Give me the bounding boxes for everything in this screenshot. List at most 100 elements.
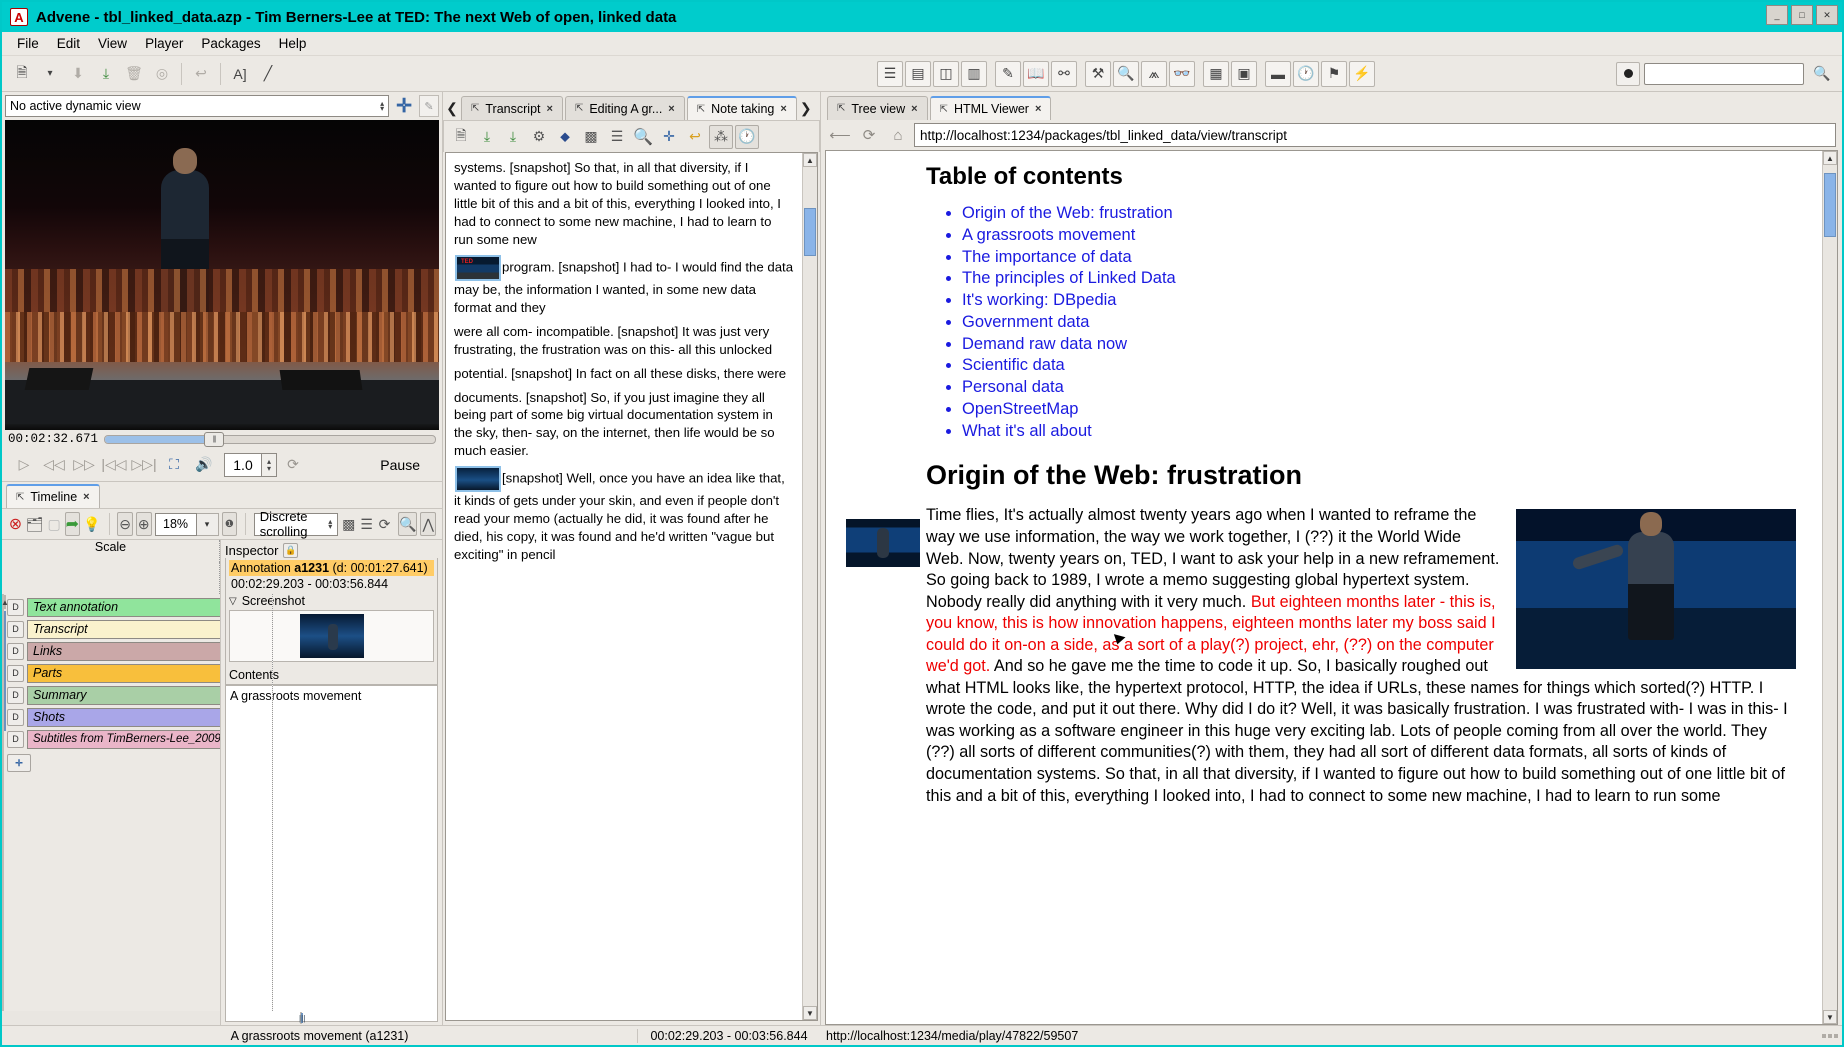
bulb-icon[interactable]: 💡 (83, 512, 100, 536)
toc-link-personal[interactable]: Personal data (962, 377, 1796, 399)
toc-link-importance[interactable]: The importance of data (962, 247, 1796, 269)
url-input[interactable]: http://localhost:1234/packages/tbl_linke… (914, 123, 1836, 147)
rewind-icon[interactable]: ◁◁ (40, 452, 68, 478)
toc-link-origin[interactable]: Origin of the Web: frustration (962, 203, 1796, 225)
stop-icon[interactable]: ▢ (47, 512, 62, 536)
scroll-up-icon[interactable]: ▲ (1, 595, 9, 609)
video-player[interactable] (5, 120, 439, 430)
detach-icon[interactable]: ⇱ (940, 104, 948, 115)
maximize-button[interactable]: □ (1791, 5, 1813, 25)
back-icon[interactable]: ⟵ (827, 123, 853, 147)
adjust-icon[interactable]: ▩ (341, 512, 356, 536)
detach-icon[interactable]: ⇱ (837, 103, 845, 114)
columns-view-icon[interactable]: ◫ (933, 60, 959, 87)
scroll-mode-select[interactable]: Discrete scrolling ▴ ▾ (253, 509, 339, 539)
track-detail-button[interactable]: D (7, 598, 24, 616)
track-name-subtitles[interactable]: Subtitles from TimBerners-Lee_2009.1.srt (27, 729, 248, 749)
minimize-button[interactable]: _ (1766, 5, 1788, 25)
search-icon[interactable]: 🔍 (1809, 61, 1835, 87)
timeline-vertical-scrollbar[interactable]: ▲ (1, 594, 9, 1011)
green-arrow-icon[interactable]: ➦ (64, 512, 81, 536)
open-file-icon[interactable]: 🗎 (449, 125, 473, 149)
align-icon[interactable]: ☰ (605, 125, 629, 149)
menu-view[interactable]: View (89, 34, 136, 53)
tab-html-viewer[interactable]: ⇱ HTML Viewer × (929, 96, 1052, 120)
tab-editing-a-gr[interactable]: ⇱ Editing A gr... × (564, 96, 685, 120)
cancel-icon[interactable]: ⊗ (8, 512, 23, 536)
detach-icon[interactable]: ⇱ (697, 104, 705, 115)
bookmark-icon[interactable]: ⚑ (1321, 60, 1347, 87)
close-icon[interactable]: × (83, 491, 89, 503)
track-detail-button[interactable]: D (7, 620, 24, 638)
search-icon[interactable]: 🔍 (631, 125, 655, 149)
toc-link-osm[interactable]: OpenStreetMap (962, 399, 1796, 421)
html-viewer-scrollbar[interactable]: ▲ ▼ (1822, 151, 1837, 1024)
scroll-down-icon[interactable]: ▼ (1823, 1010, 1837, 1024)
track-detail-button[interactable]: D (7, 686, 24, 704)
hscroll-thumb[interactable]: ||| (299, 1013, 305, 1023)
menu-packages[interactable]: Packages (192, 34, 269, 53)
relation-icon[interactable]: ⋀ (420, 512, 437, 536)
scroll-thumb[interactable] (804, 208, 816, 256)
scroll-up-icon[interactable]: ▲ (803, 153, 817, 167)
scroll-thumb[interactable] (4, 611, 6, 731)
book-icon[interactable]: 📖 (1023, 60, 1049, 87)
activity-icon[interactable]: ⚡ (1349, 60, 1375, 87)
center-icon[interactable]: ✛ (657, 125, 681, 149)
menu-edit[interactable]: Edit (48, 34, 89, 53)
menu-help[interactable]: Help (270, 34, 316, 53)
timeline-icon[interactable]: ▬ (1265, 60, 1291, 87)
snapshot-thumbnail[interactable] (455, 466, 501, 493)
note-taking-scrollbar[interactable]: ▲ ▼ (802, 153, 817, 1020)
record-dot-icon[interactable] (1616, 61, 1640, 86)
page-icon[interactable]: ❶ (221, 512, 238, 536)
prev-chapter-icon[interactable]: |◁◁ (100, 452, 128, 478)
chevron-left-icon[interactable]: ❮ (445, 96, 459, 120)
annotation-type-icon[interactable]: 🗂 (26, 512, 44, 536)
loop-icon[interactable]: ⟳ (279, 452, 307, 478)
track-detail-button[interactable]: D (7, 642, 24, 660)
chevron-right-icon[interactable]: ❯ (799, 96, 813, 120)
close-icon[interactable]: × (780, 103, 786, 115)
toc-link-dbpedia[interactable]: It's working: DBpedia (962, 290, 1796, 312)
home-icon[interactable]: ⌂ (885, 123, 911, 147)
refresh-icon[interactable]: ⟳ (377, 512, 392, 536)
scroll-thumb[interactable] (1824, 173, 1836, 237)
import-package-icon[interactable]: ⤓ (93, 61, 119, 87)
save-package-icon[interactable]: ⬇ (65, 61, 91, 87)
checker-icon[interactable]: ⩕ (1141, 60, 1167, 87)
edit-icon[interactable]: ✎ (419, 95, 439, 117)
timeline-horizontal-scrollbar[interactable]: ◀ ||| ▶ (2, 1011, 311, 1025)
tools-icon[interactable]: ⚒ (1085, 60, 1111, 87)
ink-icon[interactable]: ⬥ (553, 125, 577, 149)
pencil-icon[interactable]: ╱ (255, 61, 281, 87)
chevron-down-icon[interactable]: ▾ (37, 61, 63, 87)
toc-link-rawdata[interactable]: Demand raw data now (962, 334, 1796, 356)
hscroll-trough[interactable]: ||| (299, 1012, 305, 1024)
html-document[interactable]: Table of contents Origin of the Web: fru… (826, 151, 1822, 1024)
graph-icon[interactable]: ⚯ (1051, 60, 1077, 87)
toc-link-grassroots[interactable]: A grassroots movement (962, 225, 1796, 247)
track-detail-button[interactable]: D (7, 664, 24, 682)
settings-icon[interactable]: ⚙ (527, 125, 551, 149)
zoom-in-icon[interactable]: ⊕ (135, 512, 152, 536)
track-name-transcript[interactable]: Transcript (27, 619, 248, 639)
edit-note-icon[interactable]: ✎ (995, 60, 1021, 87)
track-name-links[interactable]: Links (27, 641, 248, 661)
fullscreen-icon[interactable]: ⛶ (160, 452, 188, 478)
detach-icon[interactable]: ⇱ (16, 492, 24, 503)
track-name-summary[interactable]: Summary (27, 685, 248, 705)
scroll-down-icon[interactable]: ▼ (803, 1006, 817, 1020)
transcribe-icon[interactable]: ▣ (1231, 60, 1257, 87)
annotate-text-icon[interactable]: A] (227, 61, 253, 87)
tab-timeline[interactable]: ⇱ Timeline × (6, 484, 100, 508)
montage-icon[interactable]: 👓 (1169, 60, 1195, 87)
close-button[interactable]: ✕ (1816, 5, 1838, 25)
detail-view-icon[interactable]: ▥ (961, 60, 987, 87)
undo-icon[interactable]: ↩ (188, 61, 214, 87)
save-file-icon[interactable]: ⤓ (475, 125, 499, 149)
plus-icon[interactable]: ✛ (392, 95, 416, 118)
search-icon[interactable]: 🔍 (397, 512, 418, 536)
convert-icon[interactable]: ▩ (579, 125, 603, 149)
resize-grip-icon[interactable] (1820, 1033, 1842, 1038)
